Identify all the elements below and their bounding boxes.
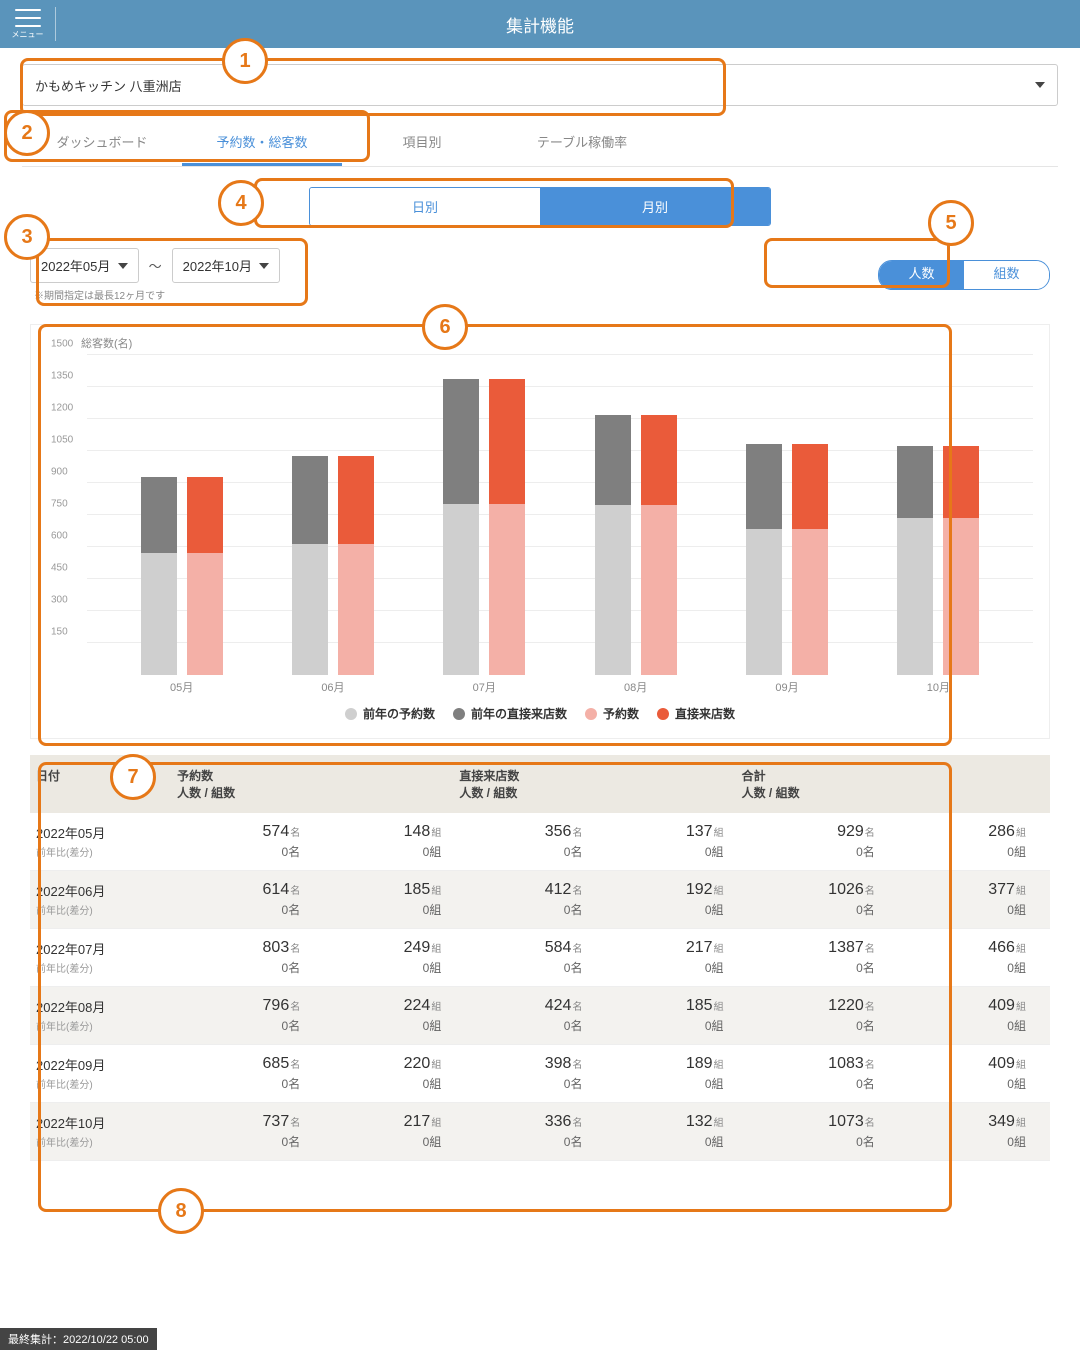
tab-2[interactable]: 項目別 xyxy=(342,120,502,166)
th-walkin: 直接来店数人数 / 組数 xyxy=(459,767,741,801)
menu-button[interactable]: メニュー xyxy=(0,9,55,40)
callout-2: 2 xyxy=(4,110,50,156)
th-total: 合計人数 / 組数 xyxy=(742,767,1044,801)
controls: 日別 月別 2022年05月 ～ 2022年10月 ※期間指定は最長12ヶ月です… xyxy=(0,173,1080,316)
period-segment: 日別 月別 xyxy=(309,187,771,226)
date-from-picker[interactable]: 2022年05月 xyxy=(30,248,139,283)
data-table: 日付 予約数人数 / 組数 直接来店数人数 / 組数 合計人数 / 組数 202… xyxy=(30,755,1050,1161)
divider xyxy=(55,7,56,41)
table-row: 2022年09月前年比(差分)685名0名220組0組398名0名189組0組1… xyxy=(30,1045,1050,1103)
hamburger-icon xyxy=(15,9,41,27)
callout-7: 7 xyxy=(110,754,156,800)
store-dropdown[interactable]: かもめキッチン 八重洲店 xyxy=(22,64,1058,106)
store-section: かもめキッチン 八重洲店 ダッシュボード予約数・総客数項目別テーブル稼働率 xyxy=(0,48,1080,173)
callout-8: 8 xyxy=(158,1188,204,1234)
tab-3[interactable]: テーブル稼働率 xyxy=(502,120,662,166)
th-reserve: 予約数人数 / 組数 xyxy=(177,767,459,801)
chart-plot: 150300450600750900105012001350150005月06月… xyxy=(87,355,1033,675)
chart-legend: 前年の予約数前年の直接来店数予約数直接来店数 xyxy=(47,705,1033,722)
app-header: メニュー 集計機能 xyxy=(0,0,1080,48)
callout-1: 1 xyxy=(222,38,268,84)
callout-3: 3 xyxy=(4,214,50,260)
date-to-value: 2022年10月 xyxy=(183,256,252,275)
date-from-value: 2022年05月 xyxy=(41,256,110,275)
page-title: 集計機能 xyxy=(0,12,1080,37)
tab-bar: ダッシュボード予約数・総客数項目別テーブル稼働率 xyxy=(22,120,1058,167)
chevron-down-icon xyxy=(118,263,128,269)
store-value: かもめキッチン 八重洲店 xyxy=(35,76,182,95)
segment-people[interactable]: 人数 xyxy=(879,261,964,289)
segment-monthly[interactable]: 月別 xyxy=(540,188,770,225)
footer-updated: 最終集計：2022/10/22 05:00 xyxy=(0,1328,157,1350)
th-date: 日付 xyxy=(36,767,177,801)
table-row: 2022年10月前年比(差分)737名0名217組0組336名0名132組0組1… xyxy=(30,1103,1050,1161)
table-row: 2022年07月前年比(差分)803名0名249組0組584名0名217組0組1… xyxy=(30,929,1050,987)
chevron-down-icon xyxy=(259,263,269,269)
chart-y-title: 総客数(名) xyxy=(81,335,1033,351)
chart-container: 総客数(名) 150300450600750900105012001350150… xyxy=(30,324,1050,739)
range-separator: ～ xyxy=(149,256,162,275)
table-row: 2022年08月前年比(差分)796名0名224組0組424名0名185組0組1… xyxy=(30,987,1050,1045)
table-header-row: 日付 予約数人数 / 組数 直接来店数人数 / 組数 合計人数 / 組数 xyxy=(30,755,1050,813)
metric-segment: 人数 組数 xyxy=(878,260,1050,290)
table-row: 2022年06月前年比(差分)614名0名185組0組412名0名192組0組1… xyxy=(30,871,1050,929)
table-row: 2022年05月前年比(差分)574名0名148組0組356名0名137組0組9… xyxy=(30,813,1050,871)
date-to-picker[interactable]: 2022年10月 xyxy=(172,248,281,283)
segment-groups[interactable]: 組数 xyxy=(964,261,1049,289)
menu-label: メニュー xyxy=(0,29,55,40)
chevron-down-icon xyxy=(1035,82,1045,88)
callout-6: 6 xyxy=(422,304,468,350)
tab-1[interactable]: 予約数・総客数 xyxy=(182,120,342,166)
callout-4: 4 xyxy=(218,180,264,226)
callout-5: 5 xyxy=(928,200,974,246)
segment-daily[interactable]: 日別 xyxy=(310,188,540,225)
